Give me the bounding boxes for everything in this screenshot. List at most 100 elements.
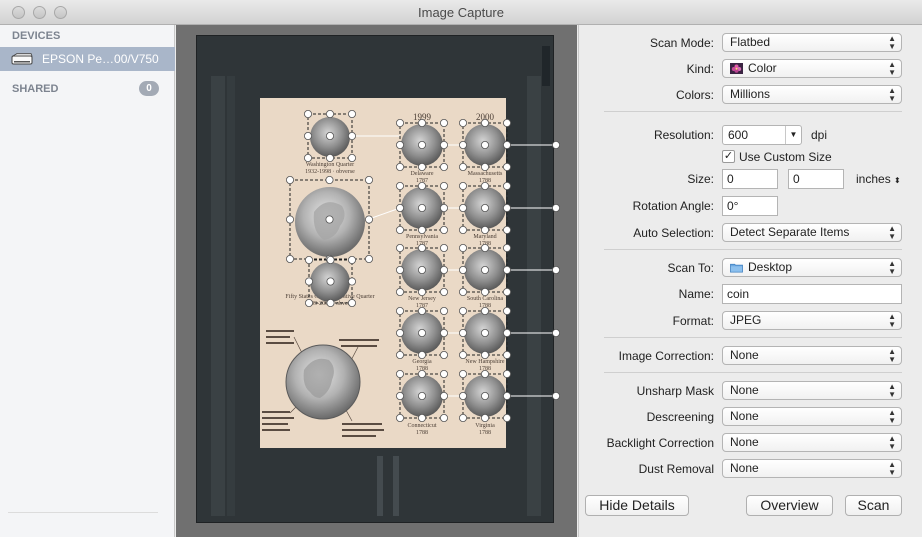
resize-handle[interactable]	[286, 215, 295, 224]
resize-handle[interactable]	[395, 203, 404, 212]
scan-preview[interactable]: 1999 2000 Washington Quarter 1932-1998 ·…	[176, 25, 577, 537]
resize-handle[interactable]	[502, 119, 511, 128]
resize-handle[interactable]	[480, 119, 489, 128]
resize-handle[interactable]	[502, 243, 511, 252]
resize-handle[interactable]	[417, 350, 426, 359]
resize-handle[interactable]	[439, 225, 448, 234]
image-correction-popup[interactable]: None ▲ ▼	[722, 346, 902, 365]
resize-handle[interactable]	[502, 181, 511, 190]
resize-handle[interactable]	[458, 328, 467, 337]
resize-handle[interactable]	[480, 369, 489, 378]
resize-handle[interactable]	[480, 306, 489, 315]
size-unit-popup[interactable]: inches ⬍	[856, 172, 901, 186]
resize-handle[interactable]	[458, 391, 467, 400]
resize-handle[interactable]	[439, 203, 448, 212]
colors-popup[interactable]: Millions ▲ ▼	[722, 85, 902, 104]
resize-handle[interactable]	[502, 287, 511, 296]
resize-handle[interactable]	[395, 287, 404, 296]
resize-handle[interactable]	[417, 328, 426, 337]
hide-details-button[interactable]: Hide Details	[585, 495, 689, 516]
resize-handle[interactable]	[304, 298, 313, 307]
resize-handle[interactable]	[395, 413, 404, 422]
resize-handle[interactable]	[326, 277, 335, 286]
resize-handle[interactable]	[395, 306, 404, 315]
size-width-field[interactable]: 0	[722, 169, 778, 189]
resize-handle[interactable]	[364, 175, 373, 184]
resize-handle[interactable]	[502, 328, 511, 337]
resize-handle[interactable]	[439, 391, 448, 400]
resize-handle[interactable]	[480, 265, 489, 274]
auto-selection-popup[interactable]: Detect Separate Items ▲ ▼	[722, 223, 902, 242]
resize-handle[interactable]	[458, 141, 467, 150]
resize-handle[interactable]	[395, 141, 404, 150]
resize-handle[interactable]	[502, 225, 511, 234]
rotation-handle[interactable]	[551, 328, 560, 337]
resize-handle[interactable]	[395, 350, 404, 359]
resize-handle[interactable]	[502, 141, 511, 150]
resize-handle[interactable]	[502, 369, 511, 378]
resize-handle[interactable]	[347, 132, 356, 141]
scan-button[interactable]: Scan	[845, 495, 902, 516]
resize-handle[interactable]	[439, 265, 448, 274]
resize-handle[interactable]	[439, 141, 448, 150]
resize-handle[interactable]	[304, 277, 313, 286]
resize-handle[interactable]	[458, 162, 467, 171]
resize-handle[interactable]	[417, 119, 426, 128]
resize-handle[interactable]	[303, 110, 312, 119]
resize-handle[interactable]	[417, 369, 426, 378]
resize-handle[interactable]	[364, 254, 373, 263]
shared-heading[interactable]: SHARED	[12, 83, 58, 95]
resize-handle[interactable]	[439, 413, 448, 422]
kind-popup[interactable]: Color ▲ ▼	[722, 59, 902, 78]
resize-handle[interactable]	[458, 225, 467, 234]
resize-handle[interactable]	[458, 306, 467, 315]
resize-handle[interactable]	[502, 350, 511, 359]
resize-handle[interactable]	[458, 413, 467, 422]
resize-handle[interactable]	[480, 413, 489, 422]
sidebar-item-epson-scanner[interactable]: EPSON Pe…00/V750	[0, 47, 175, 71]
resize-handle[interactable]	[480, 391, 489, 400]
resize-handle[interactable]	[303, 132, 312, 141]
resize-handle[interactable]	[395, 181, 404, 190]
resize-handle[interactable]	[439, 119, 448, 128]
resize-handle[interactable]	[439, 162, 448, 171]
resize-handle[interactable]	[325, 215, 334, 224]
resize-handle[interactable]	[480, 350, 489, 359]
resize-handle[interactable]	[439, 369, 448, 378]
resize-handle[interactable]	[347, 255, 356, 264]
dust-removal-popup[interactable]: None ▲ ▼	[722, 459, 902, 478]
chevron-down-icon[interactable]: ▼	[785, 126, 801, 144]
resize-handle[interactable]	[439, 181, 448, 190]
rotation-field[interactable]: 0°	[722, 196, 778, 216]
resize-handle[interactable]	[364, 215, 373, 224]
resize-handle[interactable]	[480, 181, 489, 190]
resize-handle[interactable]	[480, 203, 489, 212]
resize-handle[interactable]	[347, 110, 356, 119]
resize-handle[interactable]	[480, 243, 489, 252]
resize-handle[interactable]	[439, 243, 448, 252]
resize-handle[interactable]	[458, 181, 467, 190]
resize-handle[interactable]	[325, 153, 334, 162]
resize-handle[interactable]	[325, 110, 334, 119]
resize-handle[interactable]	[395, 391, 404, 400]
resize-handle[interactable]	[458, 350, 467, 359]
resize-handle[interactable]	[417, 413, 426, 422]
format-popup[interactable]: JPEG ▲ ▼	[722, 311, 902, 330]
resize-handle[interactable]	[480, 225, 489, 234]
rotation-handle[interactable]	[551, 391, 560, 400]
name-field[interactable]: coin	[722, 284, 902, 304]
backlight-popup[interactable]: None ▲ ▼	[722, 433, 902, 452]
resize-handle[interactable]	[439, 328, 448, 337]
resize-handle[interactable]	[458, 369, 467, 378]
resize-handle[interactable]	[326, 255, 335, 264]
resize-handle[interactable]	[303, 153, 312, 162]
scan-to-popup[interactable]: Desktop ▲ ▼	[722, 258, 902, 277]
resize-handle[interactable]	[502, 203, 511, 212]
resize-handle[interactable]	[417, 265, 426, 274]
scan-overlay[interactable]: 1999 2000 Washington Quarter 1932-1998 ·…	[176, 25, 577, 537]
resize-handle[interactable]	[502, 306, 511, 315]
resize-handle[interactable]	[395, 265, 404, 274]
resize-handle[interactable]	[480, 141, 489, 150]
rotation-handle[interactable]	[551, 265, 560, 274]
resize-handle[interactable]	[458, 243, 467, 252]
